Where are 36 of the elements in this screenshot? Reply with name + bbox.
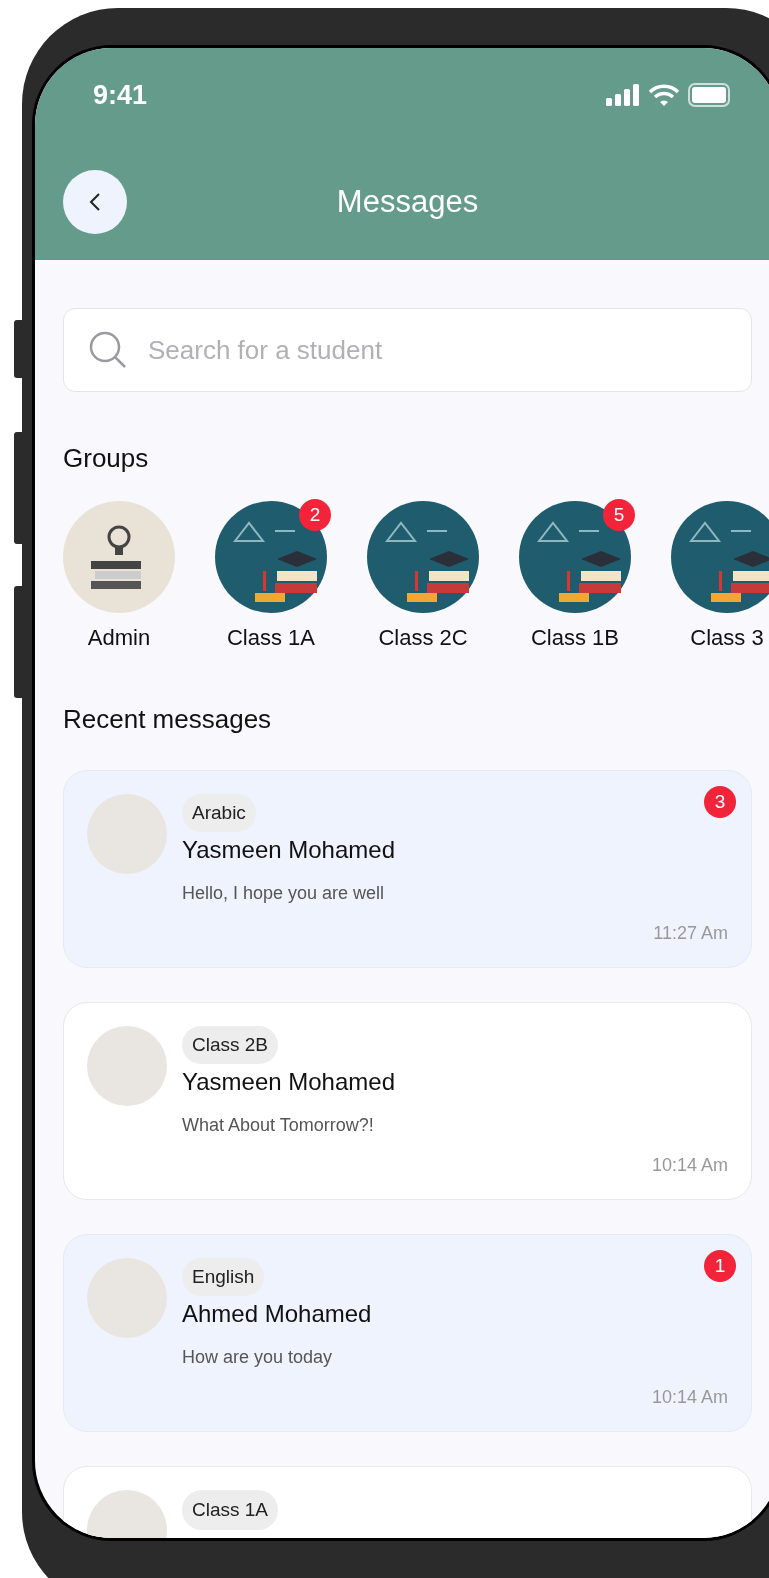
message-preview: How are you today (182, 1346, 333, 1369)
message-card[interactable]: Arabic Yasmeen Mohamed Hello, I hope you are well 11:27 Am 3 (63, 770, 752, 968)
message-card[interactable]: English Ahmed Mohamed How are you today 10:14 Am 1 (63, 1234, 752, 1432)
sender-name: Ahmed Mohamed (182, 1299, 372, 1329)
group-label[interactable]: Admin (87, 624, 151, 652)
message-card[interactable]: Class 2B Yasmeen Mohamed What About Tomorrow?! 10:14 Am (63, 1002, 752, 1200)
sender-name: Yasmeen Mohamed (182, 1067, 395, 1097)
chevron-left-icon (89, 192, 101, 212)
message-time: 11:27 Am (653, 922, 728, 944)
group-label[interactable]: Class 1A (226, 624, 315, 652)
wifi-icon (648, 84, 680, 106)
status-time: 9:41 (93, 79, 148, 111)
signal-icon (606, 84, 640, 106)
section-title: Groups (63, 442, 150, 474)
message-time: 10:14 Am (651, 1386, 728, 1408)
page-title: Messages (336, 184, 479, 220)
message-time: 10:14 Am (651, 1154, 728, 1176)
subject-tag: English (182, 1258, 265, 1296)
battery-icon (688, 83, 732, 107)
unread-count-badge: 1 (704, 1250, 736, 1282)
sender-name: Yasmeen Mohamed (182, 835, 395, 865)
subject-tag: Class 2B (182, 1026, 279, 1064)
group-label[interactable]: Class 1B (530, 624, 619, 652)
unread-count-badge: 3 (704, 786, 736, 818)
search-field[interactable]: Search for a student (63, 308, 752, 392)
section-title: Recent messages (63, 703, 273, 735)
message-preview: Hello, I hope you are well (182, 882, 385, 905)
search-icon (89, 331, 127, 369)
unread-count-badge: 2 (299, 499, 331, 531)
message-card[interactable]: Class 1A (63, 1466, 752, 1538)
group-label[interactable]: Class 3 (690, 624, 764, 652)
message-preview: What About Tomorrow?! (182, 1114, 374, 1137)
subject-tag: Arabic (182, 794, 256, 832)
unread-count-badge: 5 (603, 499, 635, 531)
subject-tag: Class 1A (182, 1490, 279, 1530)
group-label[interactable]: Class 2C (378, 624, 468, 652)
